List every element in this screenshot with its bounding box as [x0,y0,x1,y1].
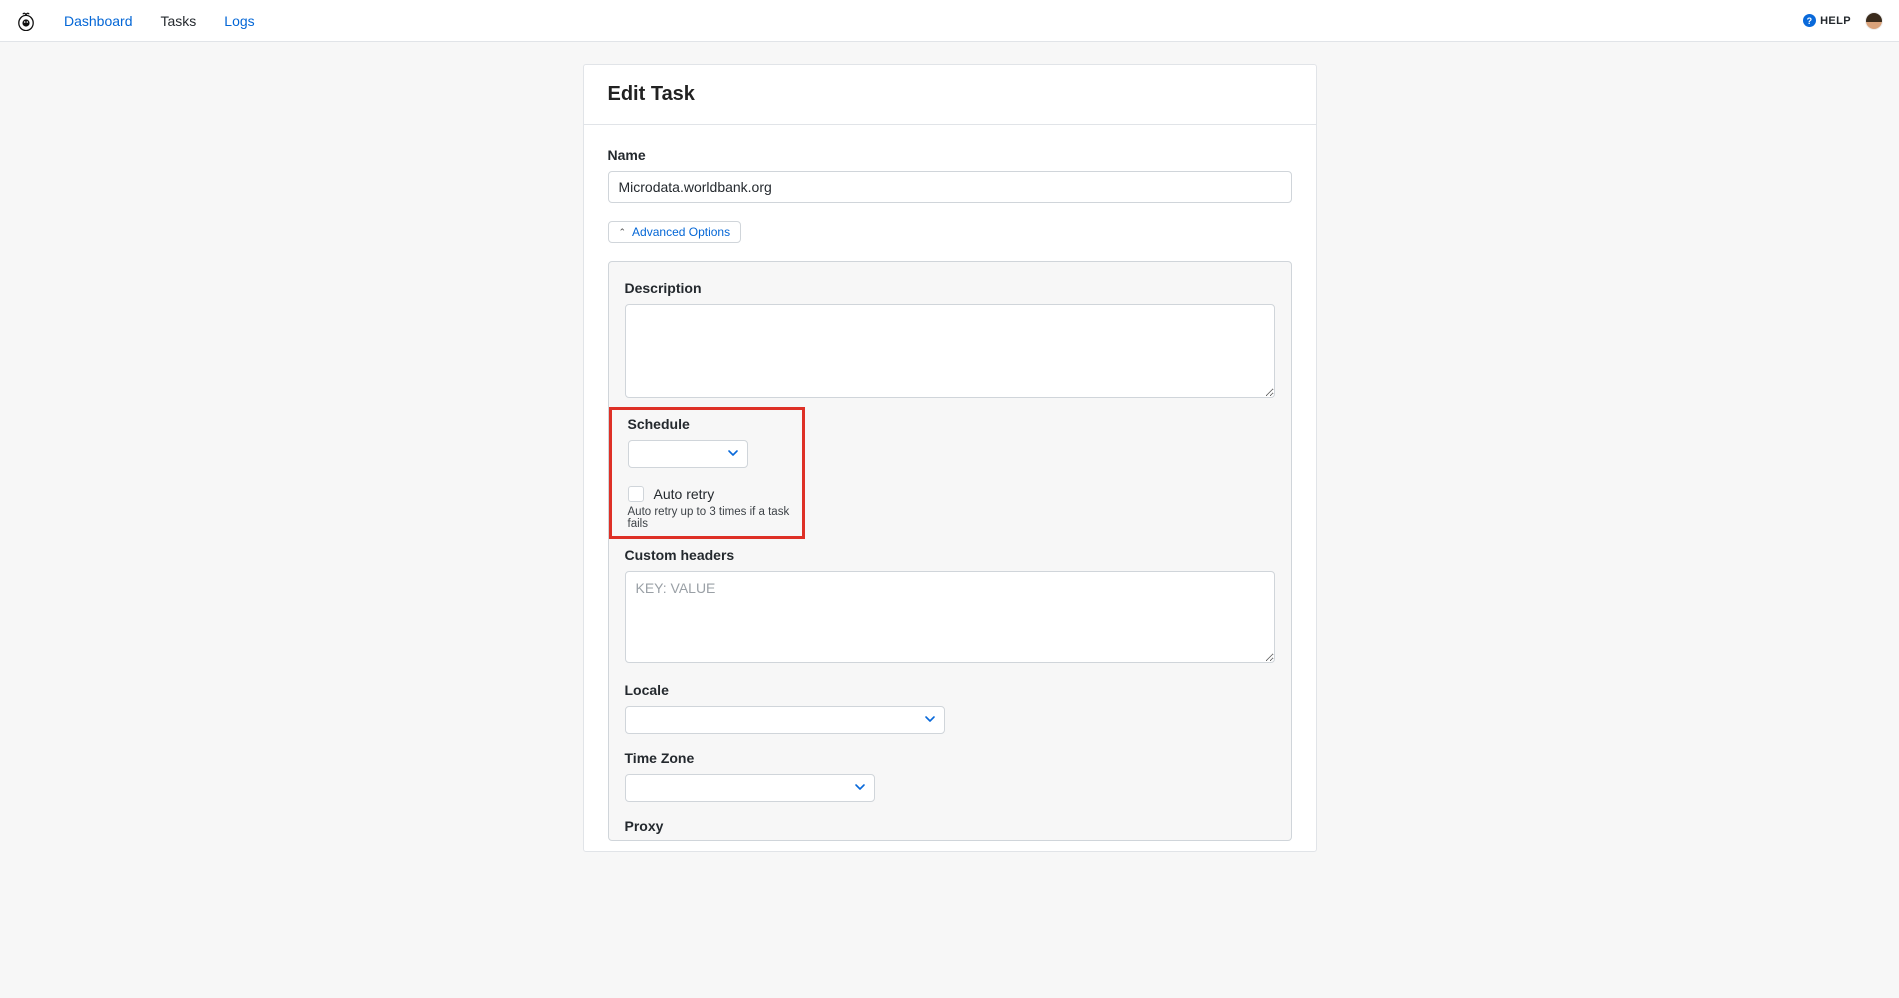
page-container: Edit Task Name ⌃ Advanced Options Descri… [0,42,1899,852]
help-link[interactable]: ? HELP [1803,14,1851,27]
auto-retry-row: Auto retry [628,486,792,502]
timezone-select[interactable] [625,774,875,802]
edit-task-card: Edit Task Name ⌃ Advanced Options Descri… [583,64,1317,852]
help-label: HELP [1820,15,1851,27]
topbar: Dashboard Tasks Logs ? HELP [0,0,1899,42]
topbar-right: ? HELP [1803,12,1883,30]
chevron-up-icon: ⌃ [619,227,627,238]
proxy-label: Proxy [625,818,1275,834]
advanced-options-label: Advanced Options [632,225,730,239]
locale-label: Locale [625,682,1275,698]
nav-tasks[interactable]: Tasks [161,13,197,29]
auto-retry-help: Auto retry up to 3 times if a task fails [628,506,792,530]
nav: Dashboard Tasks Logs [64,13,255,29]
help-icon: ? [1803,14,1816,27]
auto-retry-label: Auto retry [654,486,715,502]
description-label: Description [625,280,1275,296]
timezone-label: Time Zone [625,750,1275,766]
chevron-down-icon [924,712,936,728]
card-body: Name ⌃ Advanced Options Description Sche… [584,125,1316,851]
chevron-down-icon [854,780,866,796]
page-title: Edit Task [608,83,1292,106]
logo-icon[interactable] [16,10,36,32]
nav-dashboard[interactable]: Dashboard [64,13,133,29]
card-header: Edit Task [584,65,1316,125]
custom-headers-input[interactable] [625,571,1275,663]
schedule-label: Schedule [628,416,792,432]
description-input[interactable] [625,304,1275,398]
name-input[interactable] [608,171,1292,203]
locale-select[interactable] [625,706,945,734]
name-label: Name [608,147,1292,163]
advanced-options-toggle[interactable]: ⌃ Advanced Options [608,221,742,243]
nav-logs[interactable]: Logs [224,13,254,29]
chevron-down-icon [727,446,739,462]
advanced-panel: Description Schedule Auto retry Auto [608,261,1292,841]
auto-retry-checkbox[interactable] [628,486,644,502]
schedule-select[interactable] [628,440,748,468]
avatar[interactable] [1865,12,1883,30]
schedule-highlight: Schedule Auto retry Auto retry up to 3 t… [609,407,805,539]
custom-headers-label: Custom headers [625,547,1275,563]
topbar-left: Dashboard Tasks Logs [16,10,255,32]
